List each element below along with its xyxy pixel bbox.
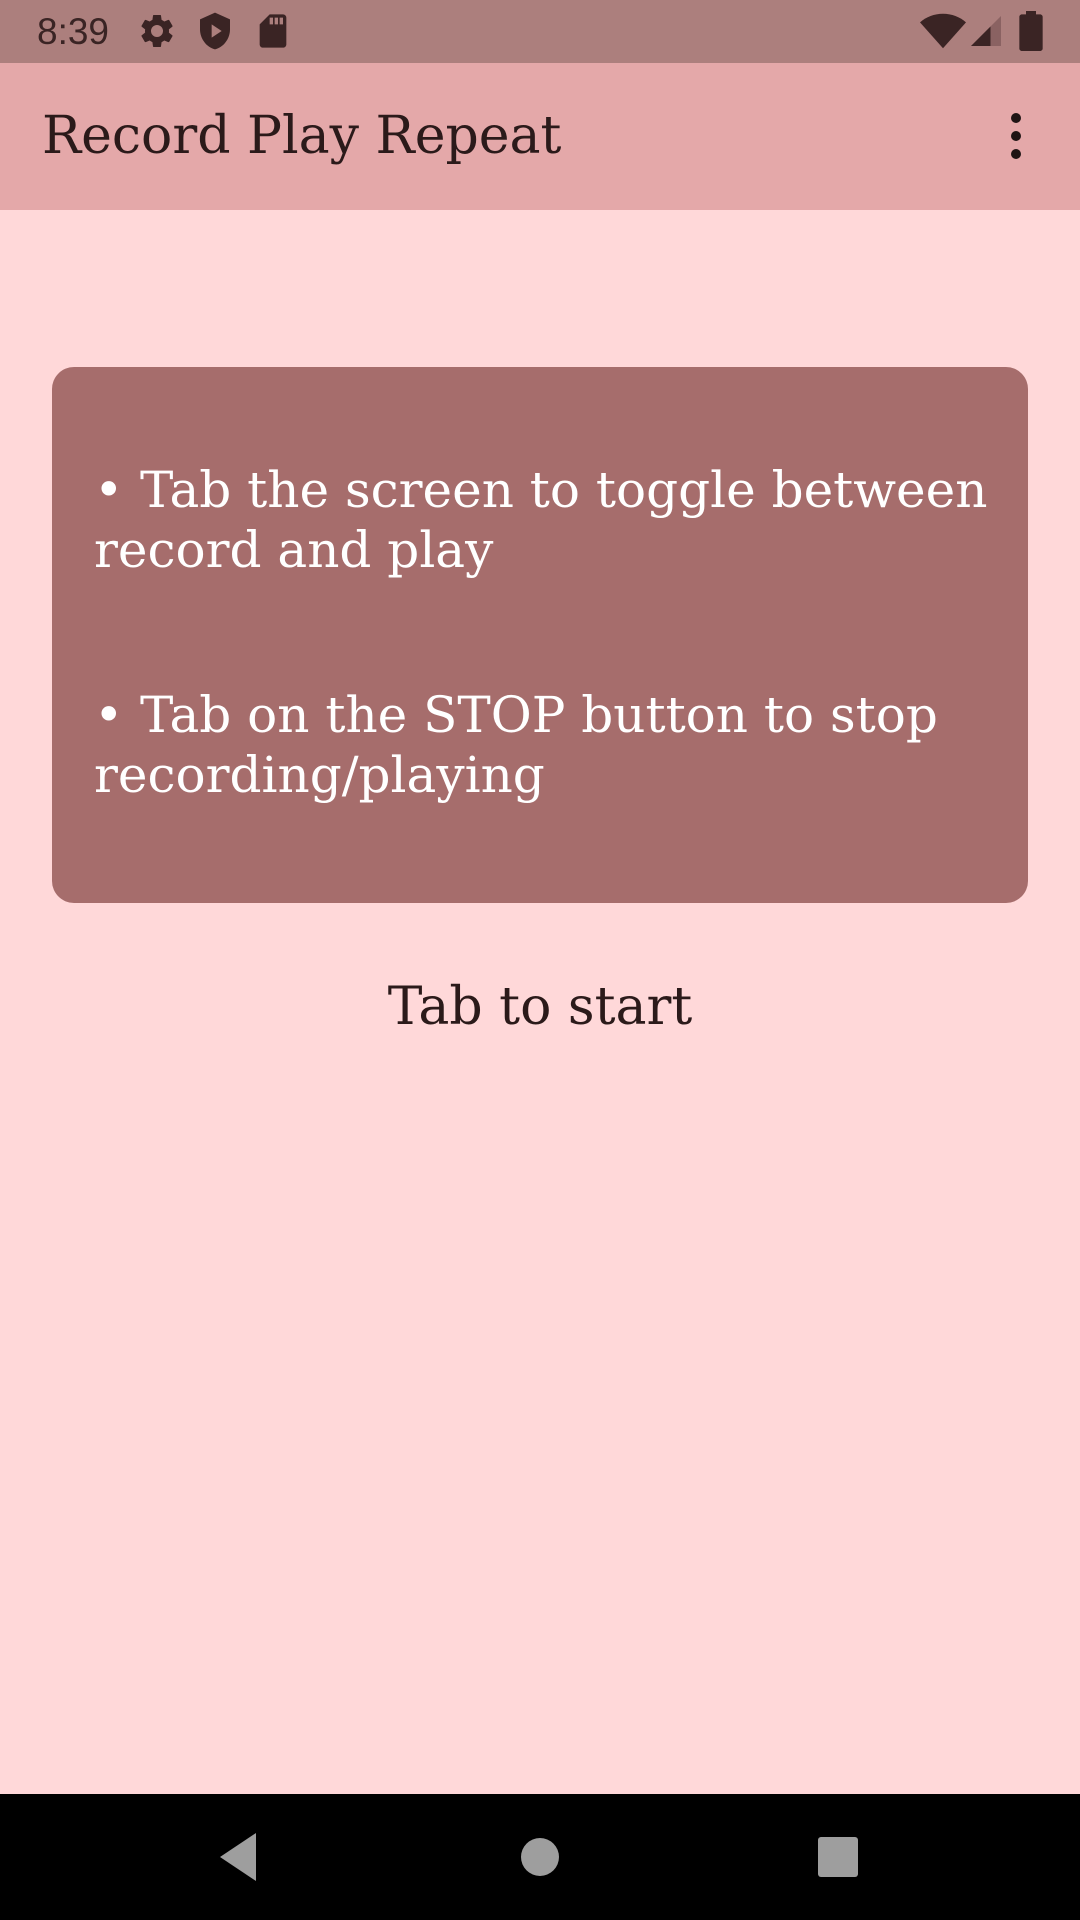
status-bar: 8:39 — [0, 0, 1080, 63]
gear-icon — [137, 11, 177, 51]
recents-icon[interactable] — [808, 1827, 868, 1887]
instruction-text: Tab on the STOP button to stop recording… — [94, 686, 938, 804]
status-time: 8:39 — [37, 11, 110, 52]
instructions-card: • Tab the screen to toggle between record… — [52, 367, 1028, 903]
start-label[interactable]: Tab to start — [0, 974, 1080, 1040]
instruction-item: • Tab the screen to toggle between record… — [94, 460, 994, 580]
cell-signal-icon — [968, 11, 1008, 51]
bullet-glyph: • — [94, 686, 124, 744]
app-bar: Record Play Repeat — [0, 63, 1080, 210]
bullet-glyph: • — [94, 461, 124, 519]
app-title: Record Play Repeat — [42, 106, 562, 166]
more-vert-icon[interactable] — [990, 103, 1042, 169]
instruction-item: • Tab on the STOP button to stop recordin… — [94, 685, 994, 805]
shield-icon — [195, 11, 235, 51]
navigation-bar — [0, 1794, 1080, 1920]
battery-icon — [1016, 11, 1056, 51]
back-icon[interactable] — [208, 1827, 268, 1887]
home-icon[interactable] — [510, 1827, 570, 1887]
sd-card-icon — [253, 11, 293, 51]
wifi-icon — [920, 11, 966, 51]
instruction-text: Tab the screen to toggle between record … — [94, 461, 988, 579]
